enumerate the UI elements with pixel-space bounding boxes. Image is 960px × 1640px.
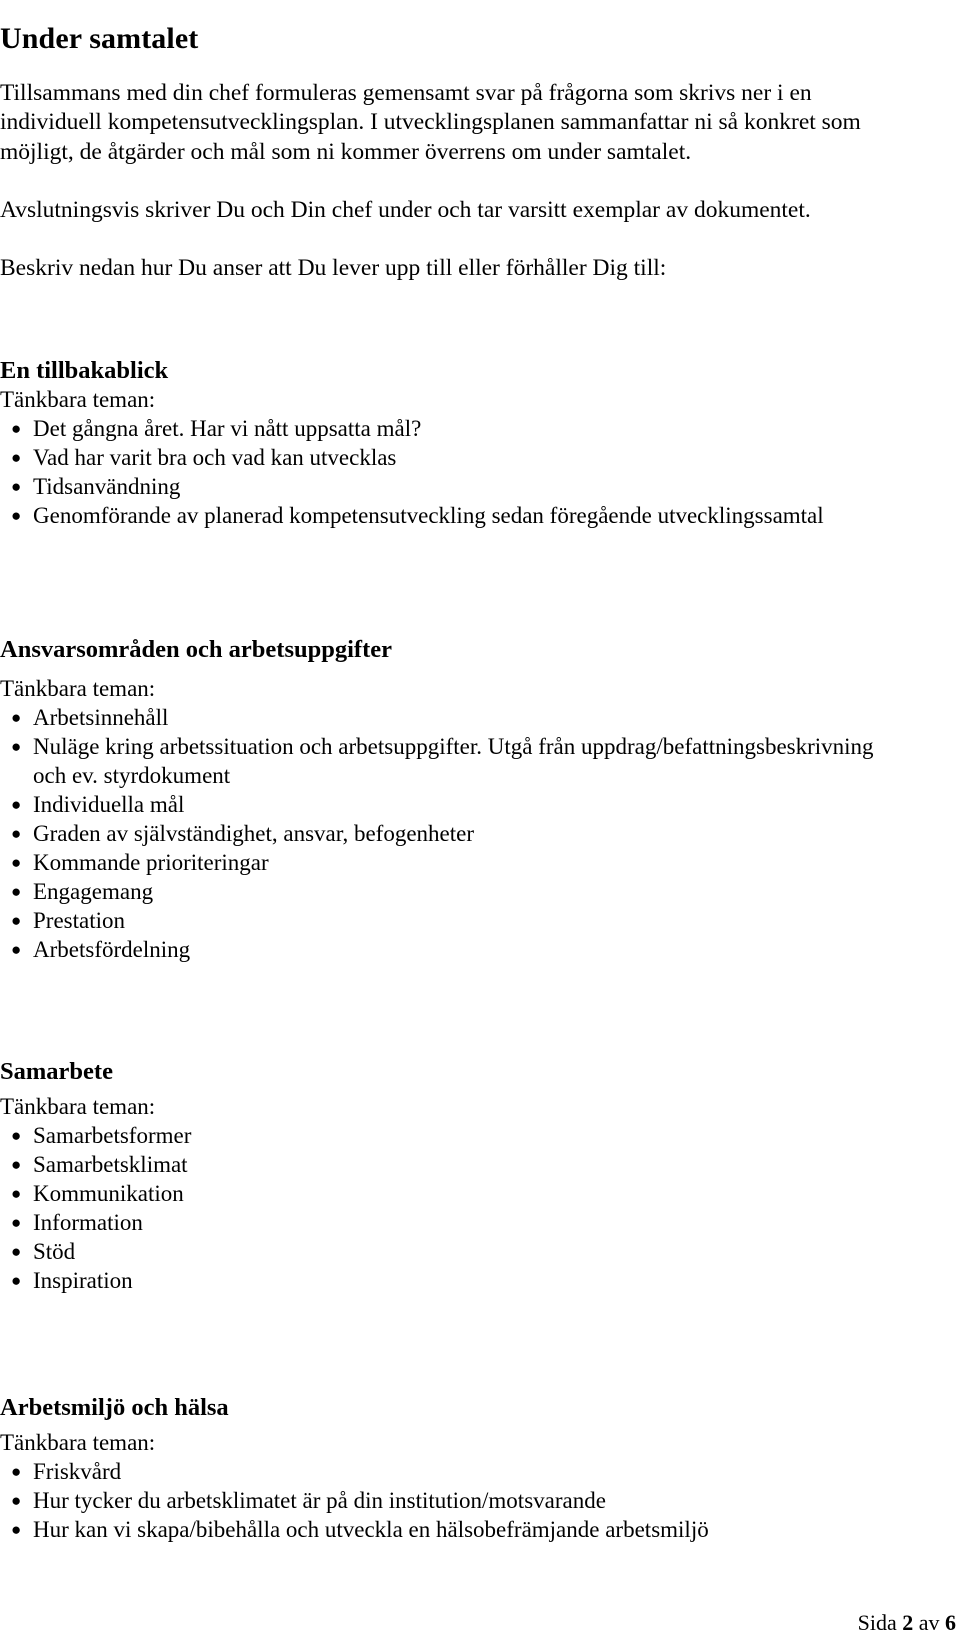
teman-label-2: Tänkbara teman: xyxy=(0,676,156,701)
list-item-label: Hur kan vi skapa/bibehålla och utveckla … xyxy=(33,1517,709,1542)
list-item-label: Inspiration xyxy=(33,1268,133,1293)
list-item: ● Individuella mål xyxy=(0,790,912,819)
list-item-label: Nuläge kring arbetssituation och arbetsu… xyxy=(33,734,874,788)
list-item: ● Det gångna året. Har vi nått uppsatta m… xyxy=(0,414,912,443)
bullet-icon: ● xyxy=(11,506,22,525)
list-item-label: Arbetsinnehåll xyxy=(33,705,169,730)
intro-paragraph-3: Beskriv nedan hur Du anser att Du lever … xyxy=(0,254,667,281)
list-item: ● Hur tycker du arbetsklimatet är på din … xyxy=(0,1486,912,1515)
bullet-icon: ● xyxy=(11,737,22,756)
bullet-icon: ● xyxy=(11,1242,22,1261)
list-item: ● Kommunikation xyxy=(0,1179,912,1208)
teman-label-3: Tänkbara teman: xyxy=(0,1094,156,1119)
list-item: ● Arbetsfördelning xyxy=(0,935,912,964)
bullet-icon: ● xyxy=(11,911,22,930)
list-item: ● Friskvård xyxy=(0,1457,912,1486)
list-item-label: Individuella mål xyxy=(33,792,185,817)
list-item: ● Prestation xyxy=(0,906,912,935)
footer-total-pages: 6 xyxy=(945,1610,956,1635)
bullet-icon: ● xyxy=(11,419,22,438)
list-item: ● Stöd xyxy=(0,1237,912,1266)
bullet-icon: ● xyxy=(11,1126,22,1145)
bullet-icon: ● xyxy=(11,708,22,727)
list-item: ● Arbetsinnehåll xyxy=(0,703,912,732)
section-heading-en-tillbakablick: En tillbakablick xyxy=(0,357,169,385)
list-item: ● Graden av självständighet, ansvar, befo… xyxy=(0,819,912,848)
page-title: Under samtalet xyxy=(0,22,199,56)
bullet-icon: ● xyxy=(11,448,22,467)
bullet-icon: ● xyxy=(11,1184,22,1203)
list-item: ● Samarbetsformer xyxy=(0,1121,912,1150)
bullet-icon: ● xyxy=(11,795,22,814)
bullet-icon: ● xyxy=(11,1155,22,1174)
footer-current-page: 2 xyxy=(902,1610,914,1635)
teman-label-4: Tänkbara teman: xyxy=(0,1430,156,1455)
bullet-icon: ● xyxy=(11,824,22,843)
list-item: ● Vad har varit bra och vad kan utvecklas xyxy=(0,443,912,472)
section-heading-ansvarsomraden-och-arbetsuppgifter: Ansvarsområden och arbetsuppgifter xyxy=(0,636,392,664)
page-footer: Sida 2 av 6 xyxy=(858,1610,956,1636)
list-item-label: Graden av självständighet, ansvar, befog… xyxy=(33,821,475,846)
teman-label-1: Tänkbara teman: xyxy=(0,387,156,412)
list-item: ● Kommande prioriteringar xyxy=(0,848,912,877)
list-item: ● Genomförande av planerad kompetensutvec… xyxy=(0,501,912,530)
list-item: ● Nuläge kring arbetssituation och arbets… xyxy=(0,732,912,790)
list-item-label: Tidsanvändning xyxy=(33,474,181,499)
list-item: ● Information xyxy=(0,1208,912,1237)
list-item-label: Det gångna året. Har vi nått uppsatta må… xyxy=(33,416,422,441)
bullet-list-ansvarsomraden: ● Arbetsinnehåll ● Nuläge kring arbetssitua… xyxy=(0,703,912,964)
bullet-list-samarbete: ● Samarbetsformer ● Samarbetsklimat ● Kommuni… xyxy=(0,1121,912,1295)
bullet-icon: ● xyxy=(11,940,22,959)
intro-paragraph-1: Tillsammans med din chef formuleras geme… xyxy=(0,79,861,165)
list-item: ● Tidsanvändning xyxy=(0,472,912,501)
list-item: ● Samarbetsklimat xyxy=(0,1150,912,1179)
list-item-label: Genomförande av planerad kompetensutveck… xyxy=(33,503,824,528)
list-item-label: Stöd xyxy=(33,1239,76,1264)
list-item-label: Information xyxy=(33,1210,143,1235)
list-item-label: Engagemang xyxy=(33,879,154,904)
section-heading-samarbete: Samarbete xyxy=(0,1058,113,1086)
bullet-icon: ● xyxy=(11,882,22,901)
bullet-icon: ● xyxy=(11,1462,22,1481)
list-item-label: Friskvård xyxy=(33,1459,122,1484)
intro-paragraph-2: Avslutningsvis skriver Du och Din chef u… xyxy=(0,196,811,223)
bullet-icon: ● xyxy=(11,1491,22,1510)
document-page: Under samtalet Tillsammans med din chef … xyxy=(0,0,960,1640)
section-heading-arbetsmiljo-och-halsa: Arbetsmiljö och hälsa xyxy=(0,1394,229,1422)
bullet-icon: ● xyxy=(11,1271,22,1290)
list-item-label: Arbetsfördelning xyxy=(33,937,191,962)
list-item: ● Engagemang xyxy=(0,877,912,906)
list-item-label: Prestation xyxy=(33,908,125,933)
bullet-icon: ● xyxy=(11,1213,22,1232)
footer-prefix: Sida xyxy=(857,1610,897,1635)
bullet-icon: ● xyxy=(11,477,22,496)
list-item-label: Vad har varit bra och vad kan utvecklas xyxy=(33,445,397,470)
list-item-label: Kommunikation xyxy=(33,1181,184,1206)
bullet-list-arbetsmiljo: ● Friskvård ● Hur tycker du arbetsklimatet … xyxy=(0,1457,912,1544)
list-item-label: Kommande prioriteringar xyxy=(33,850,269,875)
footer-separator: av xyxy=(918,1610,940,1635)
bullet-icon: ● xyxy=(11,853,22,872)
list-item-label: Samarbetsformer xyxy=(33,1123,192,1148)
bullet-list-en-tillbakablick: ● Det gångna året. Har vi nått uppsatta m… xyxy=(0,414,912,530)
list-item-label: Samarbetsklimat xyxy=(33,1152,188,1177)
list-item-label: Hur tycker du arbetsklimatet är på din i… xyxy=(33,1488,606,1513)
bullet-icon: ● xyxy=(11,1520,22,1539)
list-item: ● Inspiration xyxy=(0,1266,912,1295)
list-item: ● Hur kan vi skapa/bibehålla och utveckla… xyxy=(0,1515,912,1544)
